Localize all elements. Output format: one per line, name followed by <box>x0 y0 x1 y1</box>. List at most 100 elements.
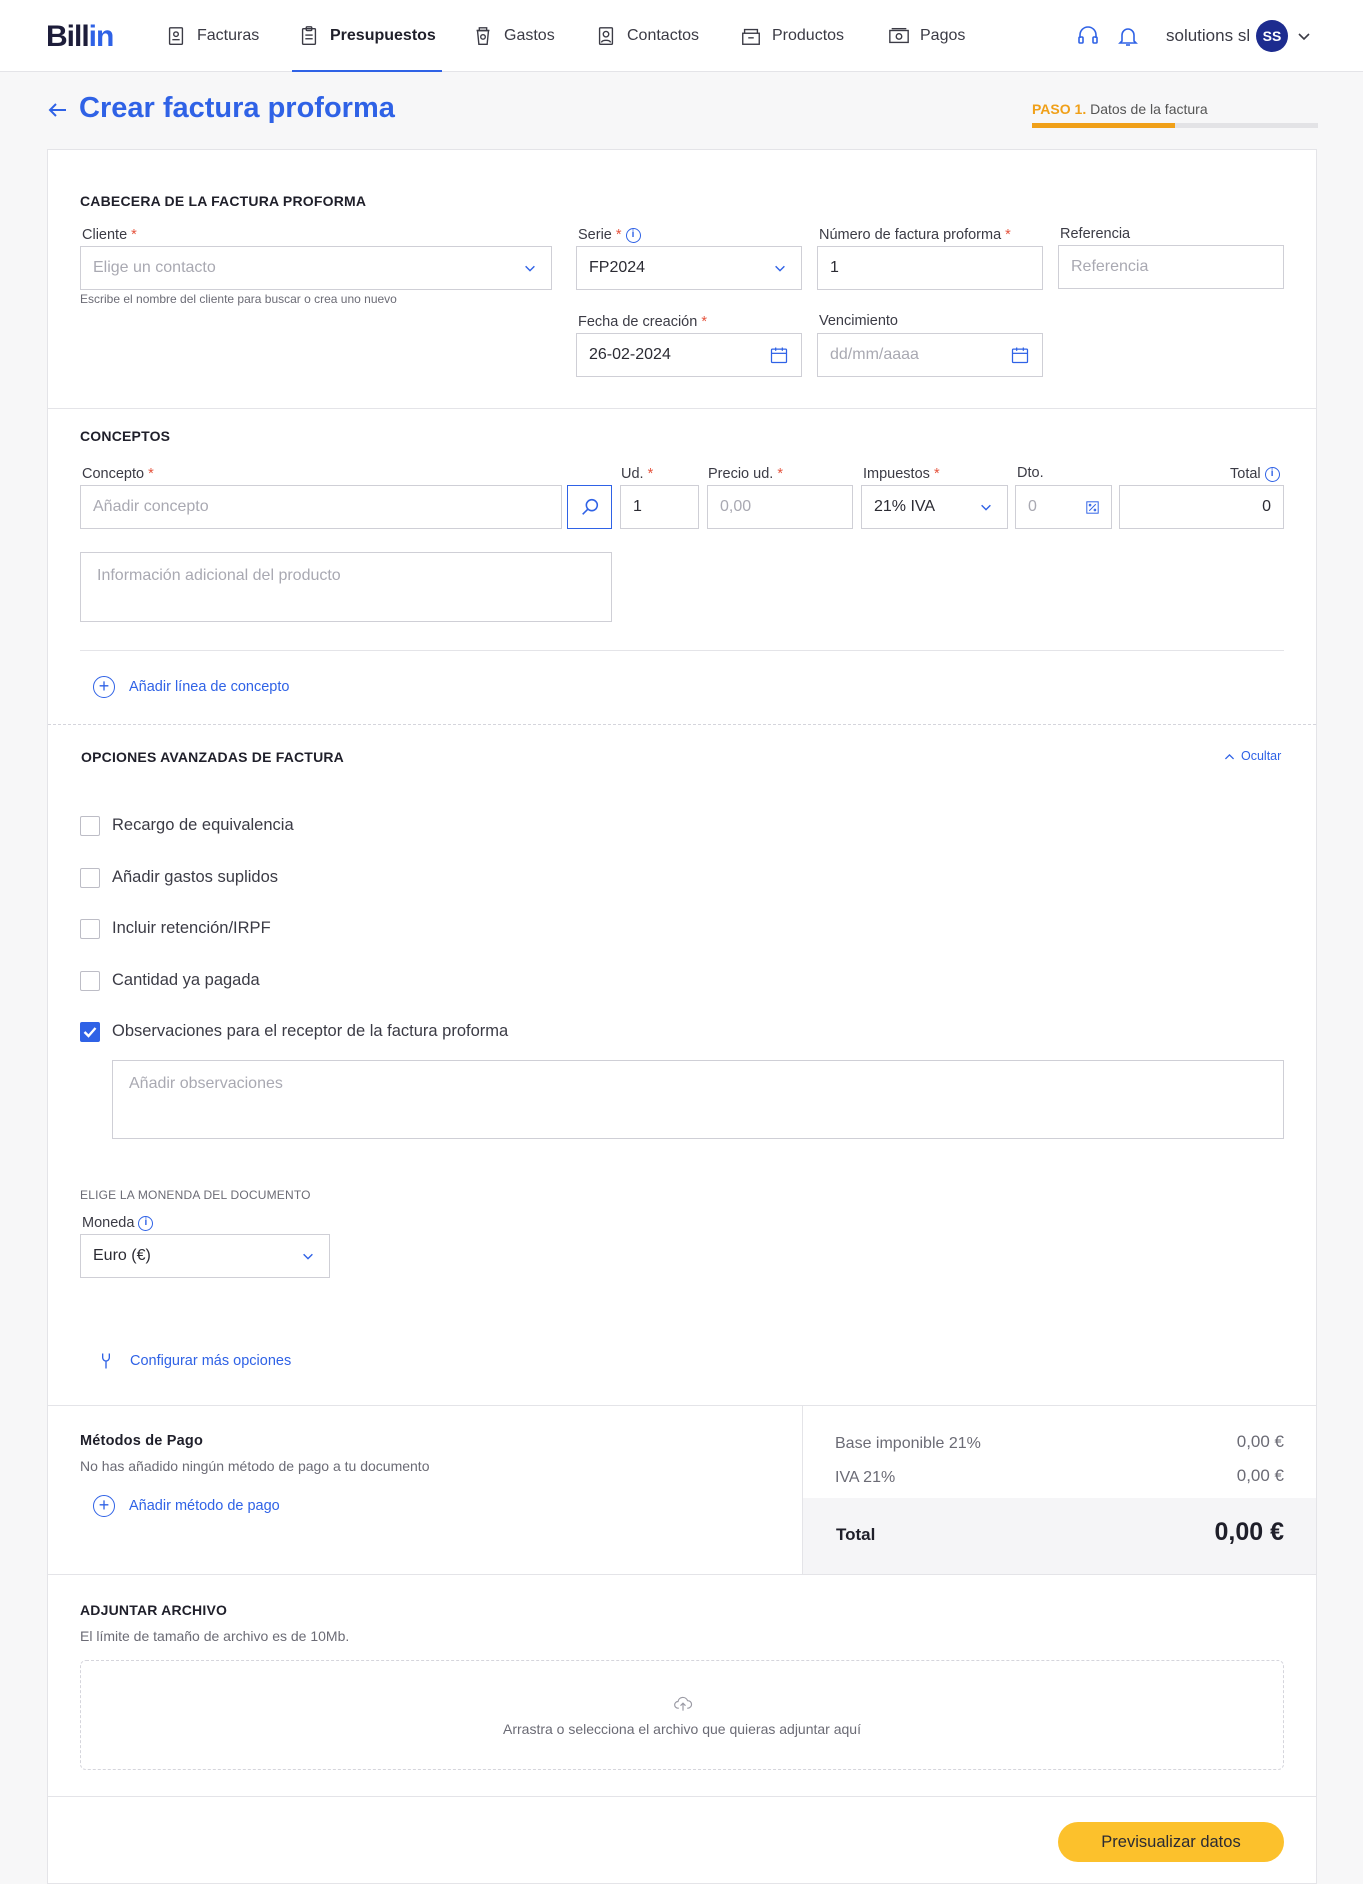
cantidad-pagada-label: Cantidad ya pagada <box>112 971 260 989</box>
ud-input[interactable]: 1 <box>620 485 699 529</box>
observaciones-label: Observaciones para el receptor de la fac… <box>112 1022 509 1040</box>
section-divider-dashed <box>48 724 1316 725</box>
payment-methods-title: Métodos de Pago <box>80 1433 204 1449</box>
step-indicator: PASO 1. Datos de la factura <box>1032 101 1208 117</box>
conceptos-section-title: CONCEPTOS <box>80 428 171 444</box>
base-imponible-value: 0,00 € <box>1236 1432 1284 1451</box>
cabecera-section-title: CABECERA DE LA FACTURA PROFORMA <box>80 193 367 209</box>
iva-label: IVA 21% <box>835 1469 896 1486</box>
fecha-label: Fecha de creación * <box>578 314 707 330</box>
payment-methods-empty: No has añadido ningún método de pago a t… <box>80 1458 430 1474</box>
plus-circle-icon: + <box>93 1495 115 1517</box>
search-icon <box>581 498 598 515</box>
moneda-select[interactable]: Euro (€) <box>80 1234 330 1278</box>
preview-data-button[interactable]: Previsualizar datos <box>1058 1822 1284 1862</box>
dto-input[interactable]: 0 <box>1015 485 1112 529</box>
nav-pagos[interactable]: Pagos <box>888 0 965 72</box>
impuestos-select[interactable]: 21% IVA <box>861 485 1008 529</box>
numero-label: Número de factura proforma * <box>819 227 1011 243</box>
currency-section-title: ELIGE LA MONENDA DEL DOCUMENTO <box>80 1188 311 1202</box>
search-concept-button[interactable] <box>567 485 612 529</box>
cliente-select[interactable]: Elige un contacto <box>80 246 552 290</box>
info-icon[interactable]: i <box>138 1215 154 1231</box>
section-divider <box>48 1796 1316 1797</box>
clipboard-icon <box>301 26 317 45</box>
serie-select[interactable]: FP2024 <box>576 246 802 290</box>
chevron-down-icon[interactable] <box>1296 28 1312 44</box>
impuestos-label: Impuestos * <box>863 466 940 482</box>
numero-input[interactable]: 1 <box>817 246 1043 290</box>
chevron-up-icon <box>1224 753 1235 759</box>
moneda-label: Moneda i <box>82 1215 154 1231</box>
file-size-limit: El límite de tamaño de archivo es de 10M… <box>80 1628 350 1644</box>
chevron-down-icon <box>303 1253 313 1260</box>
base-imponible-label: Base imponible 21% <box>835 1435 981 1452</box>
support-headset-icon[interactable] <box>1076 24 1100 48</box>
advanced-options-title: OPCIONES AVANZADAS DE FACTURA <box>81 749 344 765</box>
observaciones-checkbox[interactable] <box>80 1022 100 1042</box>
concepto-input[interactable]: Añadir concepto <box>80 485 562 529</box>
grand-total-value: 0,00 € <box>1214 1518 1284 1546</box>
recargo-label: Recargo de equivalencia <box>112 816 294 834</box>
attach-file-title: ADJUNTAR ARCHIVO <box>80 1602 228 1618</box>
referencia-label: Referencia <box>1060 226 1131 242</box>
coffee-cup-icon <box>476 27 490 45</box>
fecha-creacion-input[interactable]: 26-02-2024 <box>576 333 802 377</box>
nav-gastos[interactable]: Gastos <box>472 0 555 72</box>
info-icon[interactable]: i <box>625 227 641 243</box>
concepto-label: Concepto * <box>82 466 154 482</box>
section-divider <box>48 1405 1316 1406</box>
invoice-icon <box>168 27 184 45</box>
grand-total-label: Total <box>836 1525 876 1544</box>
page-title: Crear factura proforma <box>79 92 395 124</box>
retencion-checkbox[interactable] <box>80 919 100 939</box>
checkmark-icon <box>83 1027 97 1038</box>
back-arrow-icon[interactable] <box>46 98 70 122</box>
add-concept-line-button[interactable]: + Añadir línea de concepto <box>93 676 289 698</box>
cliente-label: Cliente * <box>82 227 137 243</box>
hide-options-button[interactable]: Ocultar <box>1223 749 1281 763</box>
serie-label: Serie * i <box>578 227 641 243</box>
iva-value: 0,00 € <box>1236 1466 1284 1485</box>
chevron-down-icon <box>981 504 991 511</box>
chevron-down-icon <box>525 265 535 272</box>
percent-icon[interactable] <box>1086 501 1099 514</box>
product-info-textarea[interactable]: Información adicional del producto <box>80 552 612 622</box>
gastos-suplidos-checkbox[interactable] <box>80 868 100 888</box>
file-dropzone[interactable]: Arrastra o selecciona el archivo que qui… <box>80 1660 1284 1770</box>
nav-presupuestos[interactable]: Presupuestos <box>292 0 442 72</box>
precio-label: Precio ud. * <box>708 466 783 482</box>
banknote-icon <box>889 27 909 44</box>
nav-facturas[interactable]: Facturas <box>165 0 259 72</box>
calendar-icon[interactable] <box>1010 345 1030 365</box>
user-avatar[interactable]: SS <box>1256 20 1288 52</box>
section-divider <box>48 1574 1316 1575</box>
calendar-icon[interactable] <box>769 345 789 365</box>
vencimiento-label: Vencimiento <box>819 313 898 329</box>
observaciones-textarea[interactable]: Añadir observaciones <box>112 1060 1284 1139</box>
nav-contactos[interactable]: Contactos <box>595 0 699 72</box>
user-name[interactable]: solutions sl <box>1166 26 1250 46</box>
notifications-bell-icon[interactable] <box>1116 24 1140 48</box>
nav-productos[interactable]: Productos <box>740 0 844 72</box>
contact-card-icon <box>598 27 614 45</box>
section-divider <box>48 408 1316 409</box>
cantidad-pagada-checkbox[interactable] <box>80 971 100 991</box>
ud-label: Ud. * <box>621 466 654 482</box>
recargo-checkbox[interactable] <box>80 816 100 836</box>
info-icon[interactable]: i <box>1264 466 1280 482</box>
cliente-hint: Escribe el nombre del cliente para busca… <box>80 292 397 306</box>
configure-more-options-button[interactable]: Configurar más opciones <box>96 1350 291 1372</box>
dropzone-text: Arrastra o selecciona el archivo que qui… <box>503 1721 861 1737</box>
top-navigation-bar: Billin Facturas Presupuestos Gastos Cont… <box>0 0 1363 72</box>
box-icon <box>742 28 760 45</box>
add-payment-method-button[interactable]: + Añadir método de pago <box>93 1495 280 1517</box>
referencia-input[interactable]: Referencia <box>1058 245 1284 289</box>
vencimiento-input[interactable]: dd/mm/aaaa <box>817 333 1043 377</box>
precio-input[interactable]: 0,00 <box>707 485 853 529</box>
plus-circle-icon: + <box>93 676 115 698</box>
retencion-label: Incluir retención/IRPF <box>112 919 271 937</box>
billin-logo[interactable]: Billin <box>46 20 114 54</box>
gastos-suplidos-label: Añadir gastos suplidos <box>112 868 279 886</box>
dto-label: Dto. <box>1017 465 1044 481</box>
